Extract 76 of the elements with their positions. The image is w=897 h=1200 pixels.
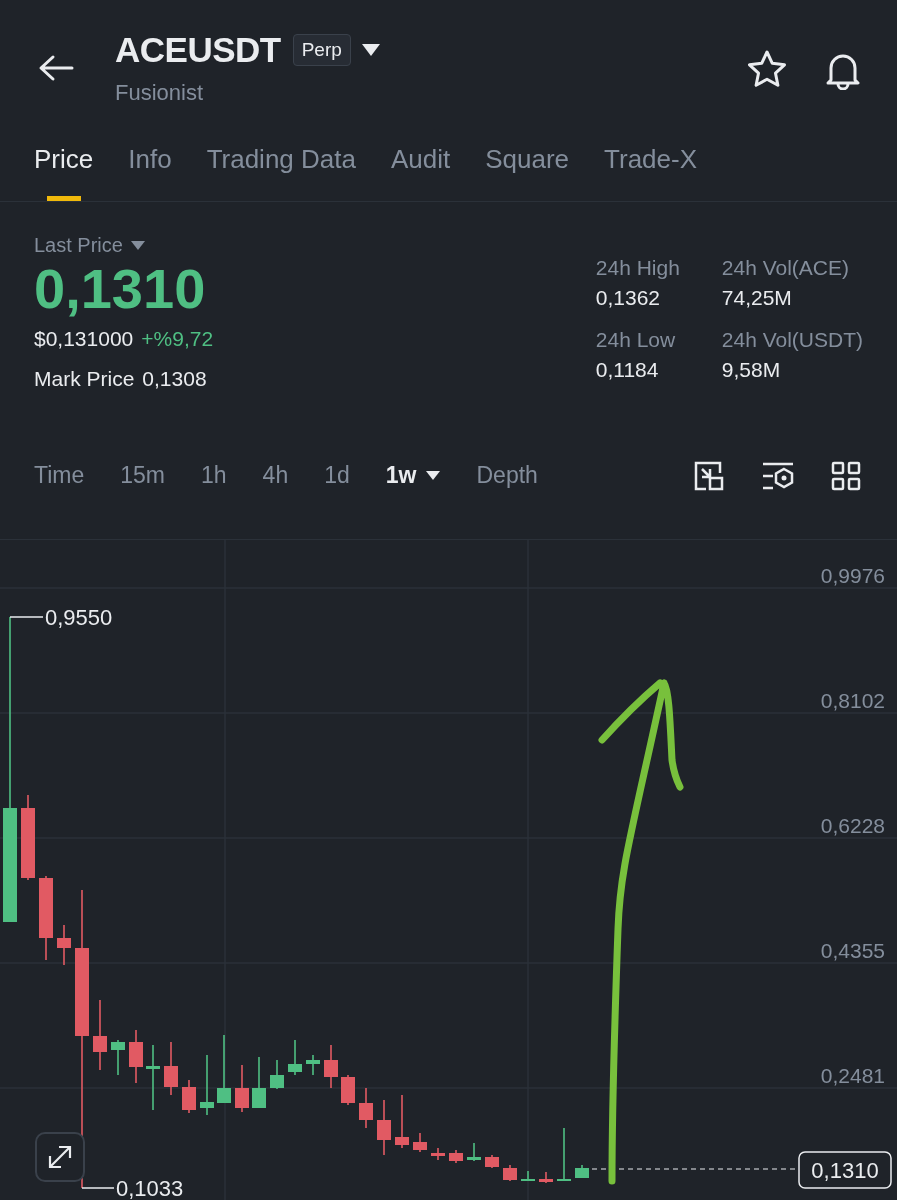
stat-value: 74,25M [721, 286, 793, 310]
candle [146, 1044, 160, 1111]
low-price-label: 0,1033 [116, 1176, 184, 1200]
candle [467, 1142, 481, 1162]
candle [413, 1132, 427, 1153]
candle [57, 924, 71, 966]
candle [217, 1034, 231, 1104]
candle [575, 1164, 589, 1179]
candle [270, 1059, 284, 1090]
price-change: +%9,72 [141, 327, 214, 351]
candle [377, 1099, 391, 1156]
candle [252, 1056, 266, 1109]
candle [182, 1079, 196, 1114]
last-price: 0,1310 [34, 259, 207, 319]
axis-tick-label: 0,9976 [820, 564, 885, 587]
candle [557, 1127, 571, 1182]
candle [111, 1039, 125, 1076]
stat-value: 0,1362 [595, 286, 661, 310]
tab[interactable]: Info [128, 128, 172, 201]
axis-tick-label: 0,2481 [820, 1064, 885, 1087]
usd-price: $0,131000 [34, 327, 134, 351]
tab[interactable]: Trading Data [206, 128, 356, 201]
tab[interactable]: Price [34, 128, 94, 201]
caret-icon[interactable] [360, 43, 381, 57]
candle [449, 1149, 463, 1164]
axis-tick-label: 0,4355 [820, 939, 885, 962]
axis-tick-label: 0,8102 [820, 689, 885, 712]
mark-price-label: Mark Price [34, 367, 135, 391]
fullscreen-button[interactable] [35, 1132, 85, 1182]
tab[interactable]: Square [485, 128, 570, 201]
interval-tab[interactable]: Depth [476, 462, 538, 489]
candle [485, 1154, 499, 1169]
candle [324, 1044, 338, 1089]
interval-tab[interactable]: 15m [120, 462, 165, 489]
axis-tick-label: 0,6228 [820, 814, 885, 837]
candle [539, 1171, 553, 1184]
candle [503, 1164, 517, 1182]
interval-tab[interactable]: 4h [262, 462, 289, 489]
grid-icon[interactable] [831, 460, 861, 491]
interval-tab[interactable]: 1w [385, 462, 441, 489]
candle [395, 1094, 409, 1149]
stat-value: 9,58M [721, 358, 782, 382]
candle [288, 1039, 302, 1076]
candle [341, 1074, 355, 1106]
star-icon[interactable] [747, 50, 787, 88]
current-price-label: 0,1310 [798, 1151, 892, 1189]
leader-line [81, 1187, 115, 1189]
candle [359, 1087, 373, 1129]
interval-tab[interactable]: 1d [324, 462, 350, 489]
back-arrow-icon[interactable] [38, 54, 74, 82]
candle [200, 1054, 214, 1116]
pair-title: ACEUSDT [115, 30, 281, 70]
interval-tab[interactable]: Time [34, 462, 85, 489]
mark-price-value: 0,1308 [142, 367, 207, 391]
stat-label: 24h Low [595, 328, 677, 352]
leader-line [9, 616, 44, 618]
stat-label: 24h High [595, 256, 681, 280]
contract-badge: Perp [292, 34, 351, 66]
interval-tab[interactable]: 1h [201, 462, 227, 489]
high-price-label: 0,9550 [45, 605, 113, 630]
candle [521, 1170, 535, 1182]
candle [306, 1054, 320, 1076]
tab[interactable]: Audit [390, 128, 451, 201]
candle [431, 1147, 445, 1161]
pair-subtitle: Fusionist [115, 80, 205, 106]
stat-label: 24h Vol(ACE) [721, 256, 850, 280]
tab[interactable]: Trade-X [604, 128, 698, 201]
caret-icon[interactable] [426, 470, 441, 481]
candle [93, 999, 107, 1071]
chart-window-icon[interactable] [693, 459, 725, 492]
last-price-label[interactable]: Last Price [34, 234, 123, 257]
candle [129, 1029, 143, 1084]
stat-label: 24h Vol(USDT) [721, 328, 863, 352]
candle [235, 1064, 249, 1113]
stat-value: 0,1184 [595, 358, 660, 382]
candle [164, 1041, 178, 1096]
